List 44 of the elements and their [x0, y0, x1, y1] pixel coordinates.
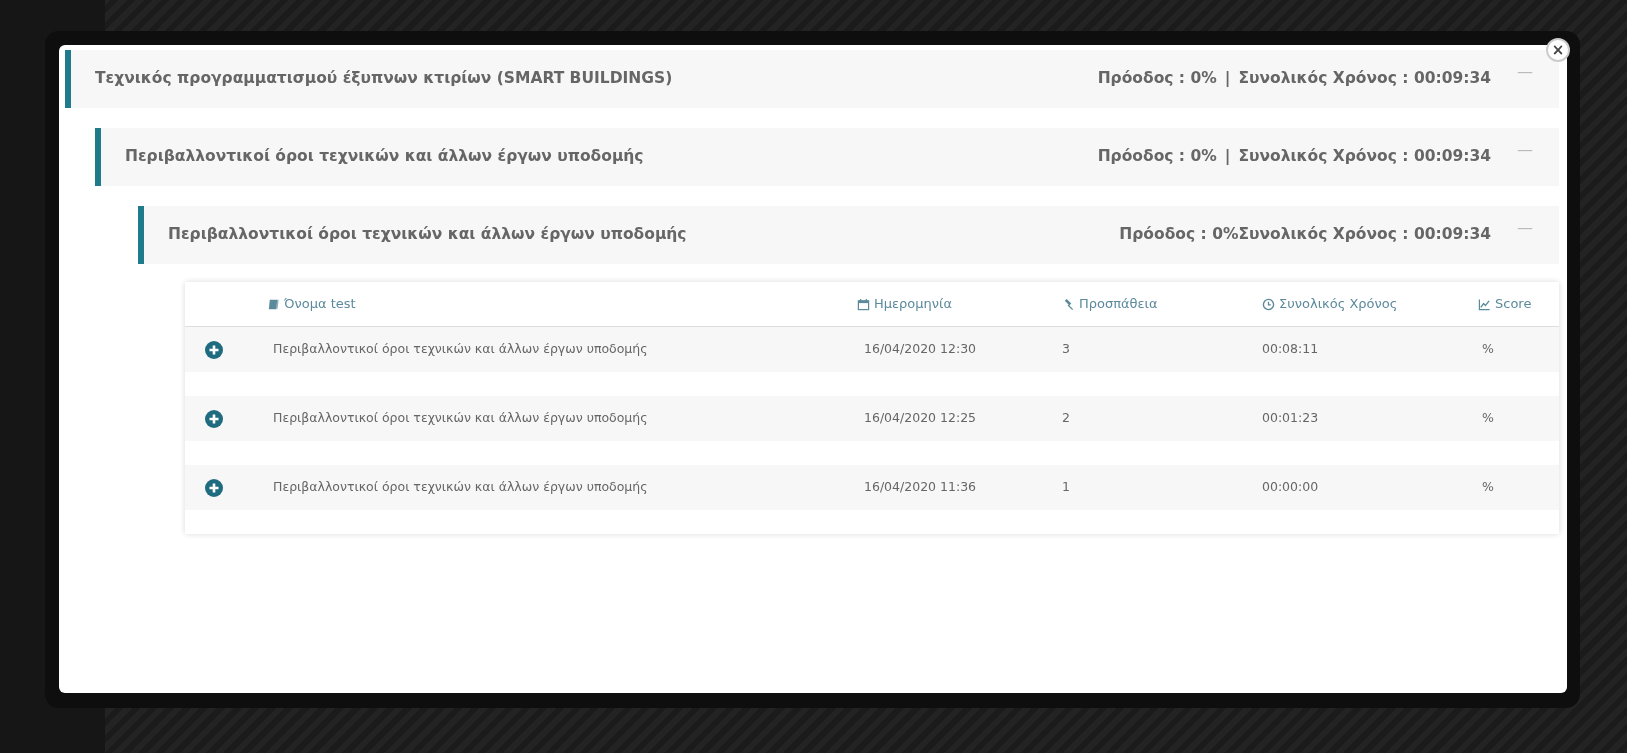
- calendar-icon: [857, 297, 870, 311]
- total-time-text: Συνολικός Χρόνος : 00:09:34: [1238, 224, 1491, 246]
- plus-circle-icon[interactable]: [205, 409, 223, 428]
- progress-text: Πρόοδος : 0%: [1097, 146, 1217, 168]
- column-header[interactable]: Score: [1495, 294, 1532, 314]
- plus-circle-icon[interactable]: [205, 478, 223, 497]
- section-title: Περιβαλλοντικοί όροι τεχνικών και άλλων έργων υποδομής: [168, 224, 687, 246]
- table-cell-text: 3: [1062, 340, 1071, 359]
- total-time-text: Συνολικός Χρόνος : 00:09:34: [1238, 146, 1491, 168]
- plus-circle-icon[interactable]: [205, 340, 223, 359]
- column-header[interactable]: Όνομα test: [284, 294, 356, 314]
- table-cell-text: %: [1481, 478, 1495, 497]
- table-cell-text: Περιβαλλοντικοί όροι τεχνικών και άλλων έργων υποδομής: [272, 478, 649, 497]
- gavel-icon: [1062, 297, 1075, 311]
- table-cell-text: 2: [1062, 409, 1071, 428]
- column-header[interactable]: Προσπάθεια: [1079, 294, 1158, 314]
- table-cell-text: Περιβαλλοντικοί όροι τεχνικών και άλλων έργων υποδομής: [272, 340, 649, 359]
- separator: |: [1224, 68, 1231, 90]
- table-row[interactable]: Περιβαλλοντικοί όροι τεχνικών και άλλων έργων υποδομής 16/04/2020 12:25 2 00:01:23 %: [185, 396, 1559, 441]
- table-cell-text: 16/04/2020 12:25: [863, 409, 978, 428]
- table-cell-text: Περιβαλλοντικοί όροι τεχνικών και άλλων έργων υποδομής: [272, 409, 649, 428]
- line-chart-icon: [1478, 297, 1491, 311]
- table-cell-text: 00:00:00: [1262, 478, 1320, 497]
- book-icon: [267, 297, 280, 311]
- table-cell-text: 1: [1062, 478, 1071, 497]
- table-cell-text: 00:08:11: [1262, 340, 1320, 359]
- section-title: Τεχνικός προγραμματισμού έξυπνων κτιρίων (SMART BUILDINGS): [95, 68, 673, 90]
- total-time-text: Συνολικός Χρόνος : 00:09:34: [1238, 68, 1491, 90]
- section-title: Περιβαλλοντικοί όροι τεχνικών και άλλων έργων υποδομής: [125, 146, 644, 168]
- progress-text: Πρόοδος : 0%: [1119, 224, 1239, 246]
- table-cell-text: 16/04/2020 12:30: [863, 340, 978, 359]
- separator: |: [1224, 146, 1231, 168]
- section-header[interactable]: Περιβαλλοντικοί όροι τεχνικών και άλλων έργων υποδομής Πρόοδος : 0%Συνολικός Χρόνος : 00:09:34 —: [138, 206, 1559, 264]
- section-header[interactable]: Περιβαλλοντικοί όροι τεχνικών και άλλων έργων υποδομής Πρόοδος : 0% | Συνολικός Χρόνος : 00:09:34 —: [95, 128, 1559, 186]
- table-row[interactable]: Περιβαλλοντικοί όροι τεχνικών και άλλων έργων υποδομής 16/04/2020 11:36 1 00:00:00 %: [185, 465, 1559, 510]
- table-cell-text: %: [1481, 340, 1495, 359]
- table-cell-text: 00:01:23: [1262, 409, 1320, 428]
- table-row[interactable]: Περιβαλλοντικοί όροι τεχνικών και άλλων έργων υποδομής 16/04/2020 12:30 3 00:08:11 %: [185, 327, 1559, 372]
- column-header[interactable]: Ημερομηνία: [874, 294, 953, 314]
- progress-text: Πρόοδος : 0%: [1097, 68, 1217, 90]
- table-cell-text: 16/04/2020 11:36: [863, 478, 978, 497]
- table-cell-text: %: [1481, 409, 1495, 428]
- clock-icon: [1262, 297, 1275, 311]
- column-header[interactable]: Συνολικός Χρόνος: [1279, 294, 1398, 314]
